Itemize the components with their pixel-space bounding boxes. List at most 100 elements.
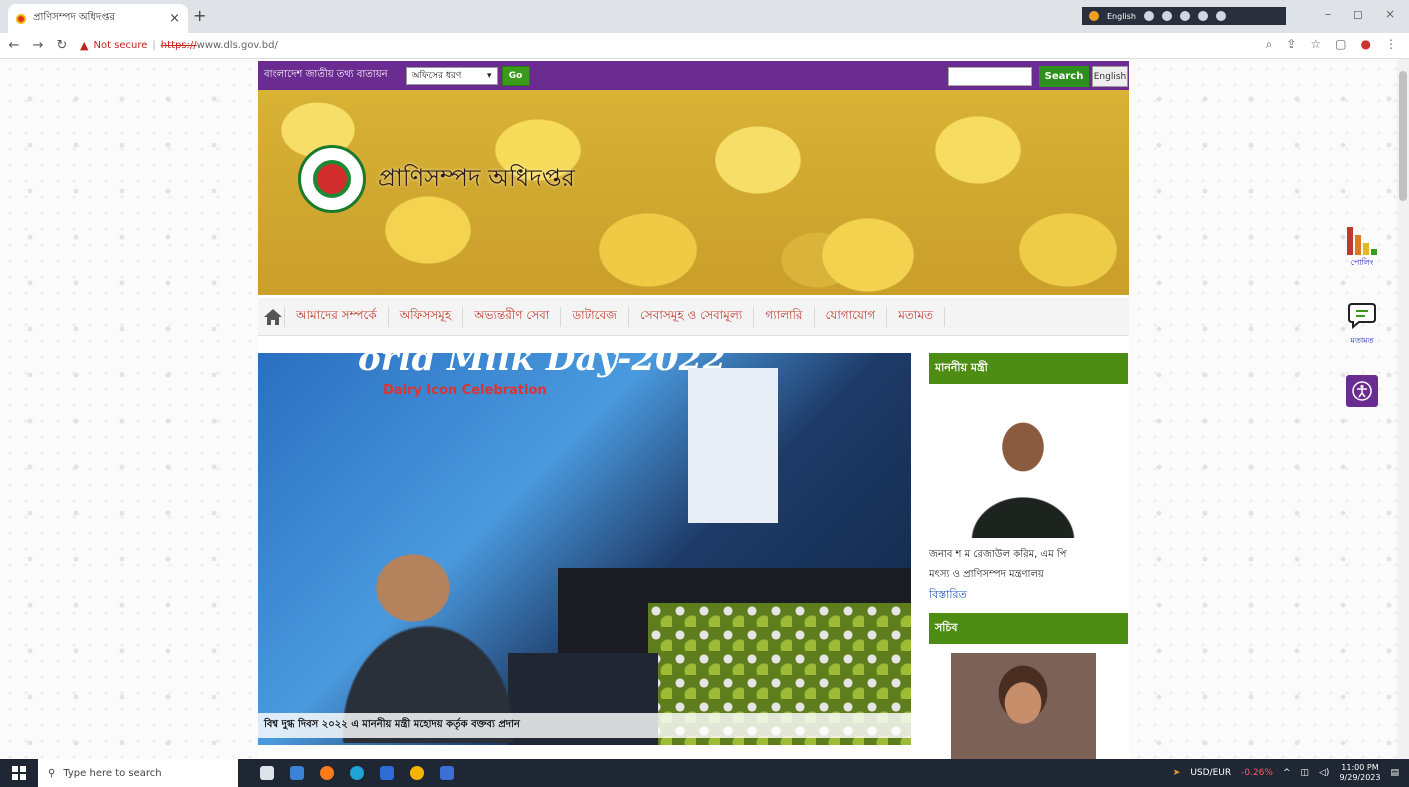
home-icon-graphic [264, 308, 282, 325]
go-button[interactable]: Go [501, 65, 530, 86]
url-protocol: https:// [160, 40, 197, 51]
accessibility-button[interactable] [1346, 375, 1378, 407]
minister-ministry: মৎস্য ও প্রাণিসম্পদ মন্ত্রণালয় [929, 569, 1044, 580]
secretary-section-heading: সচিব [929, 613, 1128, 644]
main-navigation: আমাদের সম্পর্কে অফিসসমূহ অভ্যন্তরীণ সেবা… [258, 298, 1129, 336]
minimize-button[interactable]: – [1325, 7, 1331, 21]
new-tab-button[interactable]: + [193, 6, 206, 25]
network-icon[interactable]: ◫ [1301, 768, 1310, 778]
url-field[interactable]: ▲ Not secure | https://www.dls.gov.bd/ [80, 39, 278, 52]
notification-icon[interactable]: ▤ [1390, 768, 1399, 778]
nav-item-about[interactable]: আমাদের সম্পর্কে [284, 306, 389, 327]
close-window-button[interactable]: × [1385, 7, 1395, 21]
slide-speaker [318, 533, 548, 743]
site-top-bar: বাংলাদেশ জাতীয় তথ্য বাতায়ন অফিসের ধরণ … [258, 61, 1129, 90]
polling-button[interactable]: পোলিং [1342, 225, 1382, 283]
extension-icon[interactable] [1197, 11, 1208, 21]
bar-chart-icon [1342, 225, 1382, 255]
tab-close-button[interactable]: × [169, 11, 180, 26]
start-button[interactable] [0, 766, 38, 780]
national-portal-link[interactable]: বাংলাদেশ জাতীয় তথ্য বাতায়ন [264, 67, 388, 84]
decorative-pattern-right [1129, 59, 1397, 759]
url-host: www.dls.gov.bd/ [196, 40, 278, 51]
volume-icon[interactable]: ◁) [1319, 768, 1329, 778]
slide-caption: বিশ্ব দুগ্ধ দিবস ২০২২ এ মাননীয় মন্ত্রী … [258, 713, 911, 738]
currency-ticker-change: -0.26% [1241, 768, 1273, 778]
nav-item-contact[interactable]: যোগাযোগ [815, 306, 888, 327]
nav-item-offices[interactable]: অফিসসমূহ [389, 306, 464, 327]
forward-arrow-icon[interactable]: → [28, 38, 48, 53]
windows-logo-icon [12, 766, 26, 780]
feedback-button[interactable]: মতামত [1342, 300, 1382, 356]
site-favicon-icon [16, 13, 26, 24]
office-type-value: অফিসের ধরণ [411, 71, 462, 81]
nav-item-internal-services[interactable]: অভ্যন্তরীণ সেবা [463, 306, 562, 327]
system-clock[interactable]: 11:00 PM 9/29/2023 [1339, 763, 1380, 783]
file-explorer-icon[interactable] [290, 766, 304, 780]
nav-item-database[interactable]: ডাটাবেজ [561, 306, 629, 327]
currency-ticker-icon[interactable]: ➤ [1173, 768, 1181, 778]
browser-tab[interactable]: প্রাণিসম্পদ অধিদপ্তর × [8, 4, 188, 33]
warning-icon: ▲ [80, 39, 89, 52]
secretary-photo [951, 653, 1096, 759]
clock-time: 11:00 PM [1341, 763, 1379, 772]
polling-label: পোলিং [1350, 258, 1374, 267]
office-type-select[interactable]: অফিসের ধরণ ▾ [405, 66, 498, 85]
zoom-app-icon[interactable] [380, 766, 394, 780]
sidepanel-icon[interactable]: ▢ [1335, 37, 1346, 52]
share-icon[interactable]: ⇪ [1286, 37, 1296, 52]
restore-button[interactable]: ◻ [1353, 7, 1363, 21]
task-view-icon[interactable] [260, 766, 274, 780]
search-icon: ⚲ [48, 767, 56, 779]
zoom-icon[interactable]: ⌕ [1266, 37, 1273, 52]
site-search-input[interactable] [948, 67, 1032, 86]
extension-icon[interactable] [1215, 11, 1226, 21]
nav-item-feedback[interactable]: মতামত [887, 306, 946, 327]
edge-icon[interactable] [350, 766, 364, 780]
chrome-icon[interactable] [410, 766, 424, 780]
home-icon[interactable] [262, 306, 284, 328]
tab-title: প্রাণিসম্পদ অধিদপ্তর [33, 12, 115, 23]
chevron-down-icon: ▾ [487, 70, 492, 81]
taskbar-search-box[interactable]: ⚲ Type here to search [38, 759, 238, 787]
english-language-button[interactable]: English [1092, 66, 1128, 87]
browser-tab-strip: প্রাণিসম্পদ অধিদপ্তর × + English – ◻ × [0, 0, 1409, 33]
window-controls: – ◻ × [1325, 7, 1395, 21]
slide-portrait-banner [688, 368, 778, 523]
minister-photo [951, 395, 1096, 538]
minister-details-link[interactable]: বিস্তারিত [929, 586, 967, 605]
extension-icon[interactable] [1089, 11, 1099, 21]
currency-ticker-label[interactable]: USD/EUR [1190, 768, 1231, 778]
page-scrollbar[interactable] [1397, 59, 1409, 759]
reload-icon[interactable]: ↻ [52, 38, 72, 53]
hero-slideshow[interactable]: orld Milk Day-2022 Dairy Icon Celebratio… [258, 353, 911, 745]
bookmark-star-icon[interactable]: ☆ [1310, 37, 1321, 52]
search-button[interactable]: Search [1039, 66, 1089, 87]
firefox-icon[interactable] [320, 766, 334, 780]
extension-icon[interactable] [1143, 11, 1154, 21]
nav-item-services-fees[interactable]: সেবাসমূহ ও সেবামূল্য [629, 306, 755, 327]
pinned-apps [260, 766, 454, 780]
back-arrow-icon[interactable]: ← [4, 38, 24, 53]
extension-icon[interactable] [1161, 11, 1172, 21]
windows-taskbar: ⚲ Type here to search ➤ USD/EUR -0.26% ^… [0, 759, 1409, 787]
address-bar: ← → ↻ ▲ Not secure | https://www.dls.gov… [0, 33, 1409, 59]
minister-name: জনাব শ ম রেজাউল করিম, এম পি [929, 549, 1067, 560]
menu-dots-icon[interactable]: ⋮ [1385, 37, 1397, 52]
extension-language-label[interactable]: English [1107, 12, 1136, 21]
address-bar-actions: ⌕ ⇪ ☆ ▢ ● ⋮ [1266, 37, 1397, 52]
profile-icon[interactable]: ● [1361, 37, 1371, 52]
nav-item-gallery[interactable]: গ্যালারি [754, 306, 815, 327]
chat-bubble-icon [1348, 303, 1376, 330]
not-secure-label: Not secure [93, 40, 148, 51]
decorative-pattern-left [0, 59, 258, 759]
word-app-icon[interactable] [440, 766, 454, 780]
extension-icon[interactable] [1179, 11, 1190, 21]
slide-backdrop-subtitle: Dairy Icon Celebration [383, 383, 547, 398]
government-seal-logo[interactable] [298, 145, 366, 213]
minister-section-heading: মাননীয় মন্ত্রী [929, 353, 1128, 384]
tray-overflow-icon[interactable]: ^ [1283, 768, 1291, 778]
header-banner: প্রাণিসম্পদ অধিদপ্তর [258, 90, 1129, 295]
scrollbar-thumb[interactable] [1399, 71, 1407, 201]
accessibility-icon [1352, 381, 1372, 401]
